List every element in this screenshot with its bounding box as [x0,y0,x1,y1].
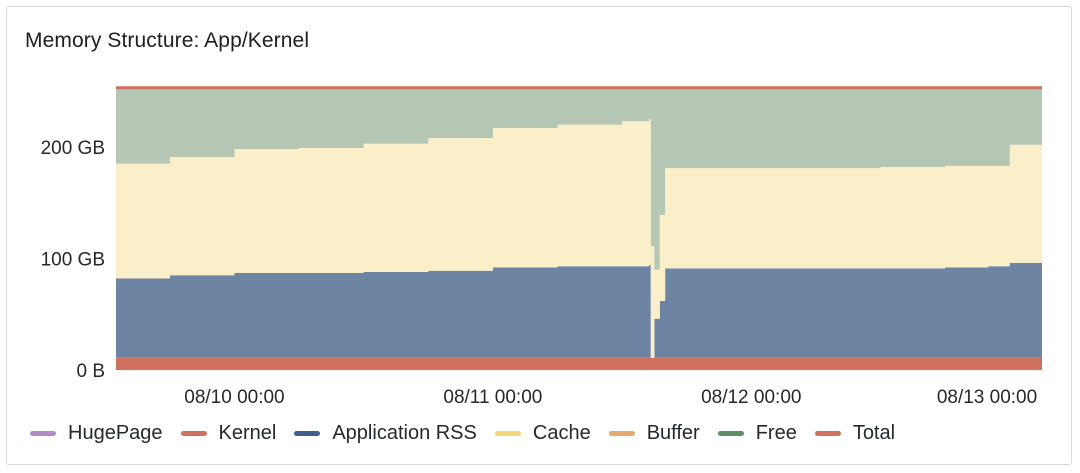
legend-swatch [608,430,635,436]
legend-swatch [814,430,841,436]
legend-item-cache[interactable]: Cache [494,421,591,445]
legend-swatch [294,430,321,436]
legend-swatch [180,430,207,436]
legend-swatch [717,430,744,436]
memory-area-chart: 0 B 100 GB 200 GB 08/10 00:00 08/11 00:00 08/… [41,86,1042,408]
legend-swatch [30,430,56,436]
legend-swatch [494,430,521,436]
legend-label: HugePage [68,421,163,444]
legend-item-total[interactable]: Total [814,421,896,445]
legend-item-hugepage[interactable]: HugePage [30,422,163,445]
legend-item-kernel[interactable]: Kernel [180,421,277,445]
y-tick-label: 100 GB [41,249,105,270]
x-tick-label: 08/13 00:00 [937,387,1037,408]
legend-label: Buffer [646,421,700,444]
legend-item-application-rss[interactable]: Application RSS [294,422,477,445]
legend-label: Cache [532,421,591,444]
x-tick-label: 08/10 00:00 [184,387,284,408]
legend-label: Application RSS [332,421,477,444]
y-tick-label: 0 B [76,361,105,382]
area-kernel [116,357,1042,370]
legend-label: Total [852,421,896,444]
x-tick-label: 08/12 00:00 [701,387,801,408]
x-tick-label: 08/11 00:00 [443,387,542,408]
legend-label: Kernel [218,421,277,444]
legend-label: Free [755,421,797,444]
legend-item-buffer[interactable]: Buffer [608,421,700,445]
legend: HugePage Kernel Application RSS Cache Bu… [30,420,895,446]
legend-item-free[interactable]: Free [717,421,797,445]
area-application-rss [116,261,1042,358]
y-tick-label: 200 GB [41,138,105,159]
